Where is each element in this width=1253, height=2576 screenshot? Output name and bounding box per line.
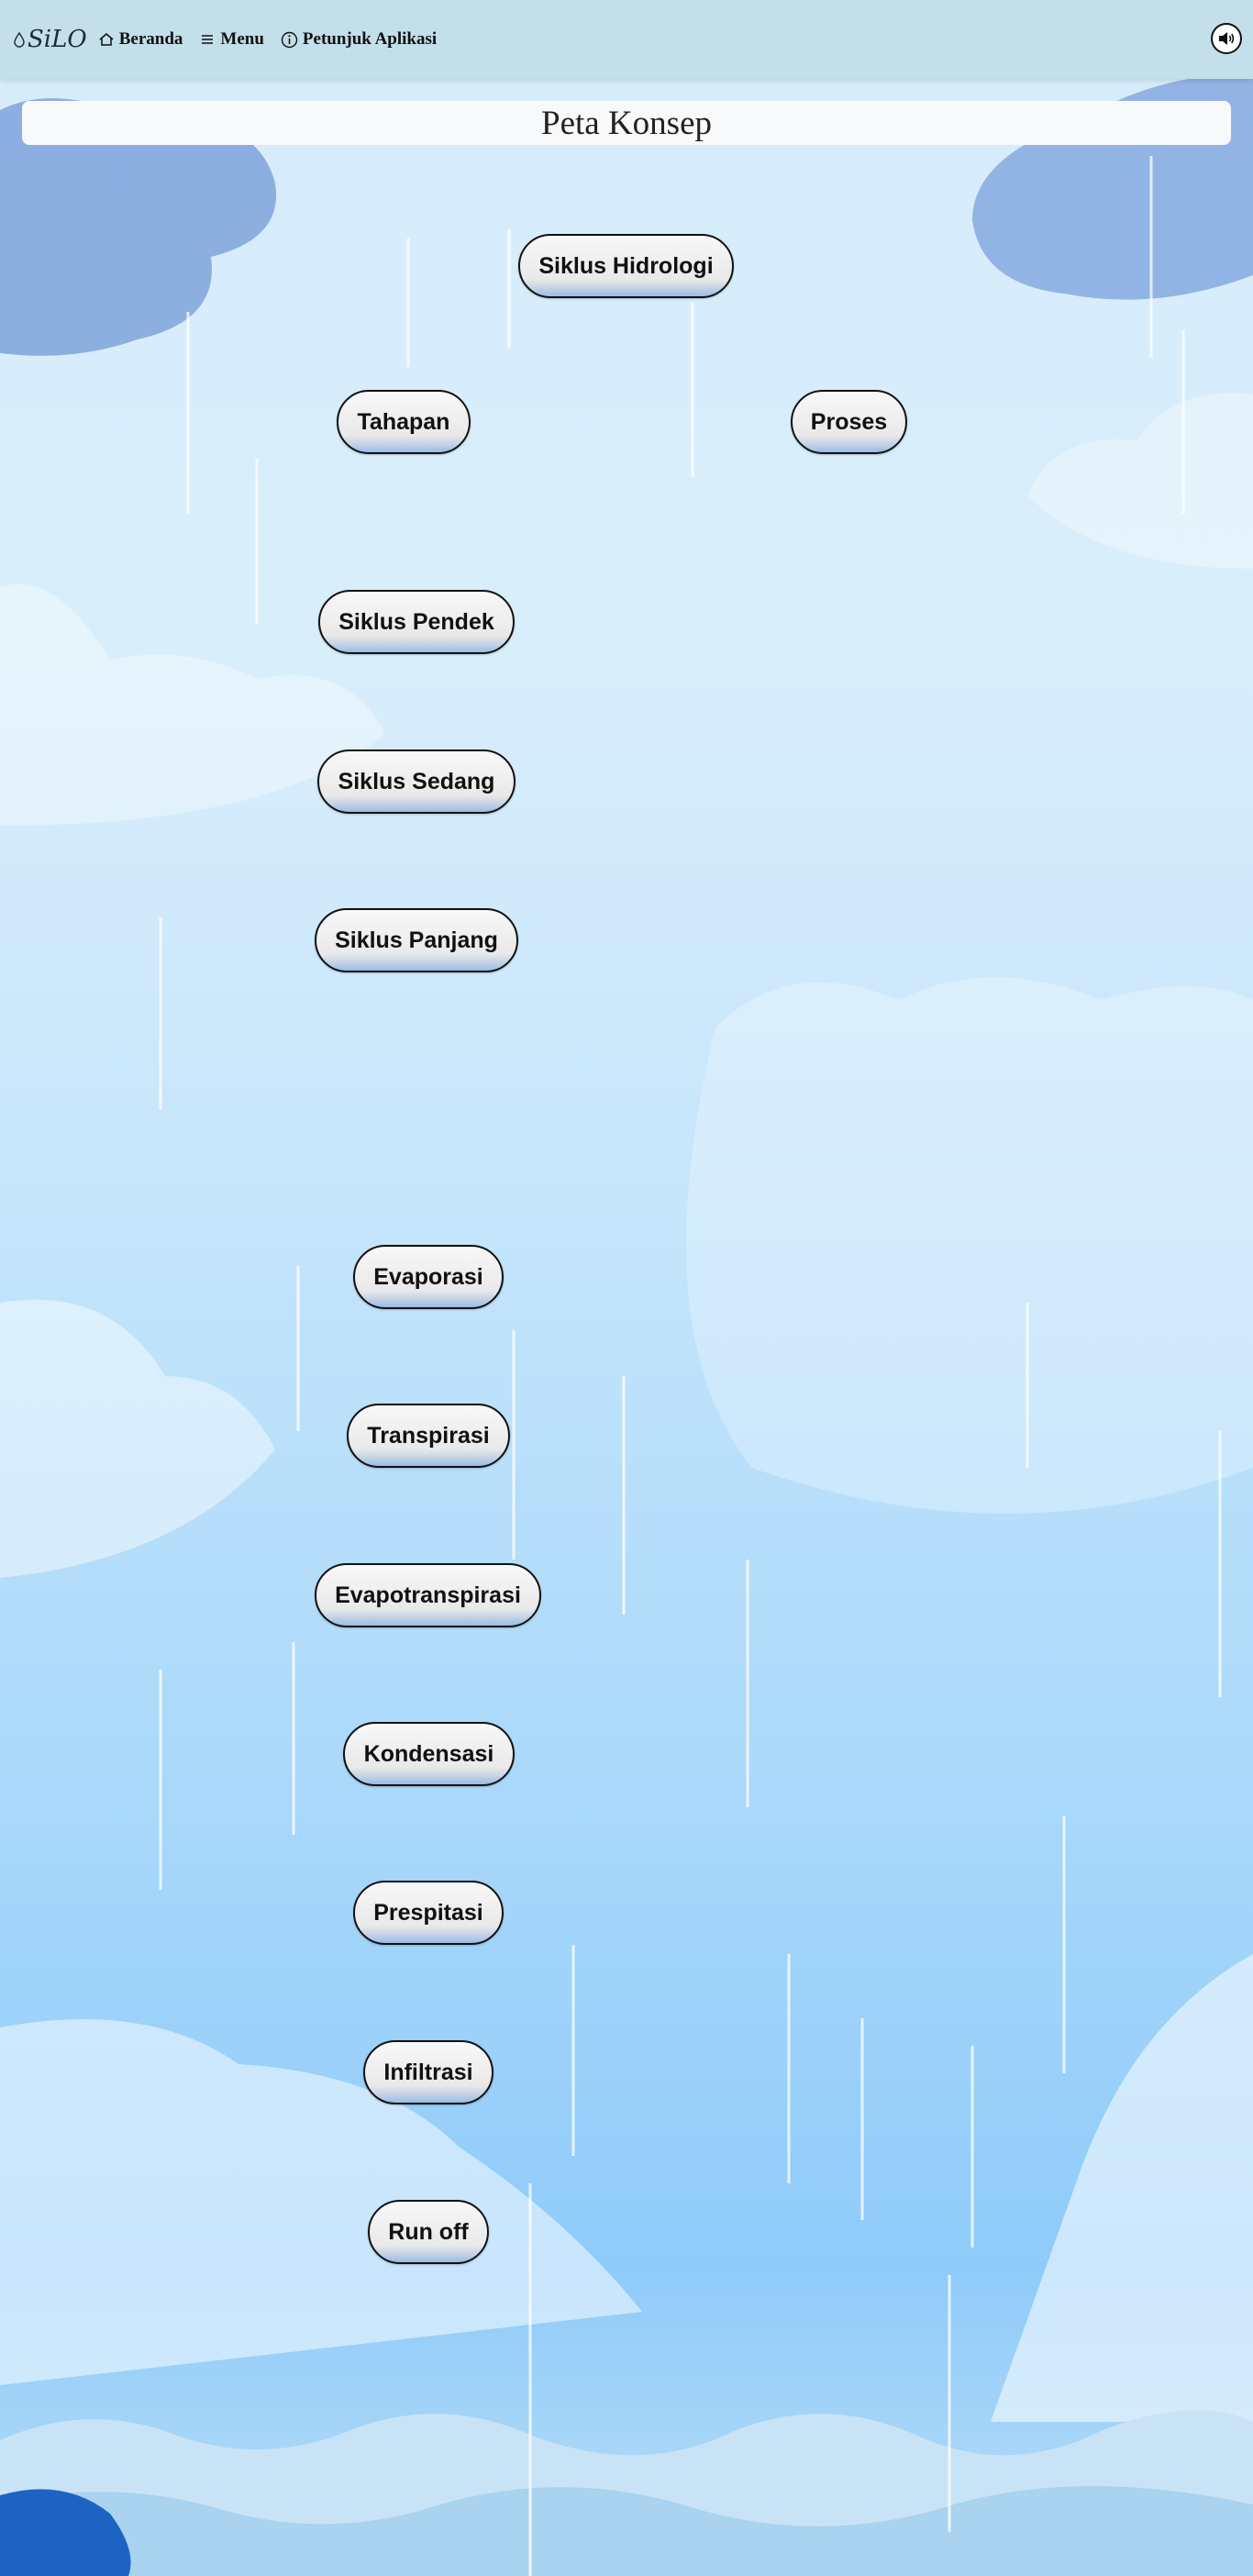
nav-menu-label: Menu (220, 29, 264, 49)
node-siklus-hidrologi[interactable]: Siklus Hidrologi (518, 234, 734, 298)
node-evaporasi[interactable]: Evaporasi (353, 1245, 504, 1309)
top-navbar: SiLO Beranda Menu Petunjuk Aplikasi (0, 0, 1253, 79)
page-title: Peta Konsep (541, 104, 712, 142)
page-title-bar: Peta Konsep (22, 101, 1231, 145)
node-evapotranspirasi[interactable]: Evapotranspirasi (315, 1563, 541, 1627)
node-kondensasi[interactable]: Kondensasi (343, 1722, 515, 1786)
home-icon (99, 33, 114, 46)
node-siklus-pendek[interactable]: Siklus Pendek (318, 590, 515, 654)
sky-decoration (0, 73, 1253, 2576)
menu-icon (202, 35, 214, 44)
nav-home-link[interactable]: Beranda (98, 29, 183, 50)
sky-background (0, 0, 1253, 2576)
nav-menu-link[interactable]: Menu (199, 29, 264, 50)
info-icon (281, 31, 298, 48)
water-drop-logo-icon (14, 31, 25, 48)
node-prespitasi[interactable]: Prespitasi (353, 1881, 504, 1945)
node-proses[interactable]: Proses (791, 390, 907, 454)
app-logo[interactable]: SiLO (11, 26, 87, 53)
nav-guide-label: Petunjuk Aplikasi (302, 29, 438, 49)
node-tahapan[interactable]: Tahapan (337, 390, 471, 454)
logo-text: SiLO (28, 26, 87, 53)
node-infiltrasi[interactable]: Infiltrasi (363, 2040, 493, 2104)
node-transpirasi[interactable]: Transpirasi (347, 1404, 510, 1468)
node-siklus-panjang[interactable]: Siklus Panjang (315, 908, 518, 972)
nav-guide-link[interactable]: Petunjuk Aplikasi (281, 29, 437, 50)
nav-home-label: Beranda (118, 29, 183, 49)
node-run-off[interactable]: Run off (368, 2200, 489, 2264)
speaker-volume-icon (1219, 32, 1235, 45)
sound-toggle-button[interactable] (1211, 23, 1242, 54)
node-siklus-sedang[interactable]: Siklus Sedang (317, 749, 516, 814)
